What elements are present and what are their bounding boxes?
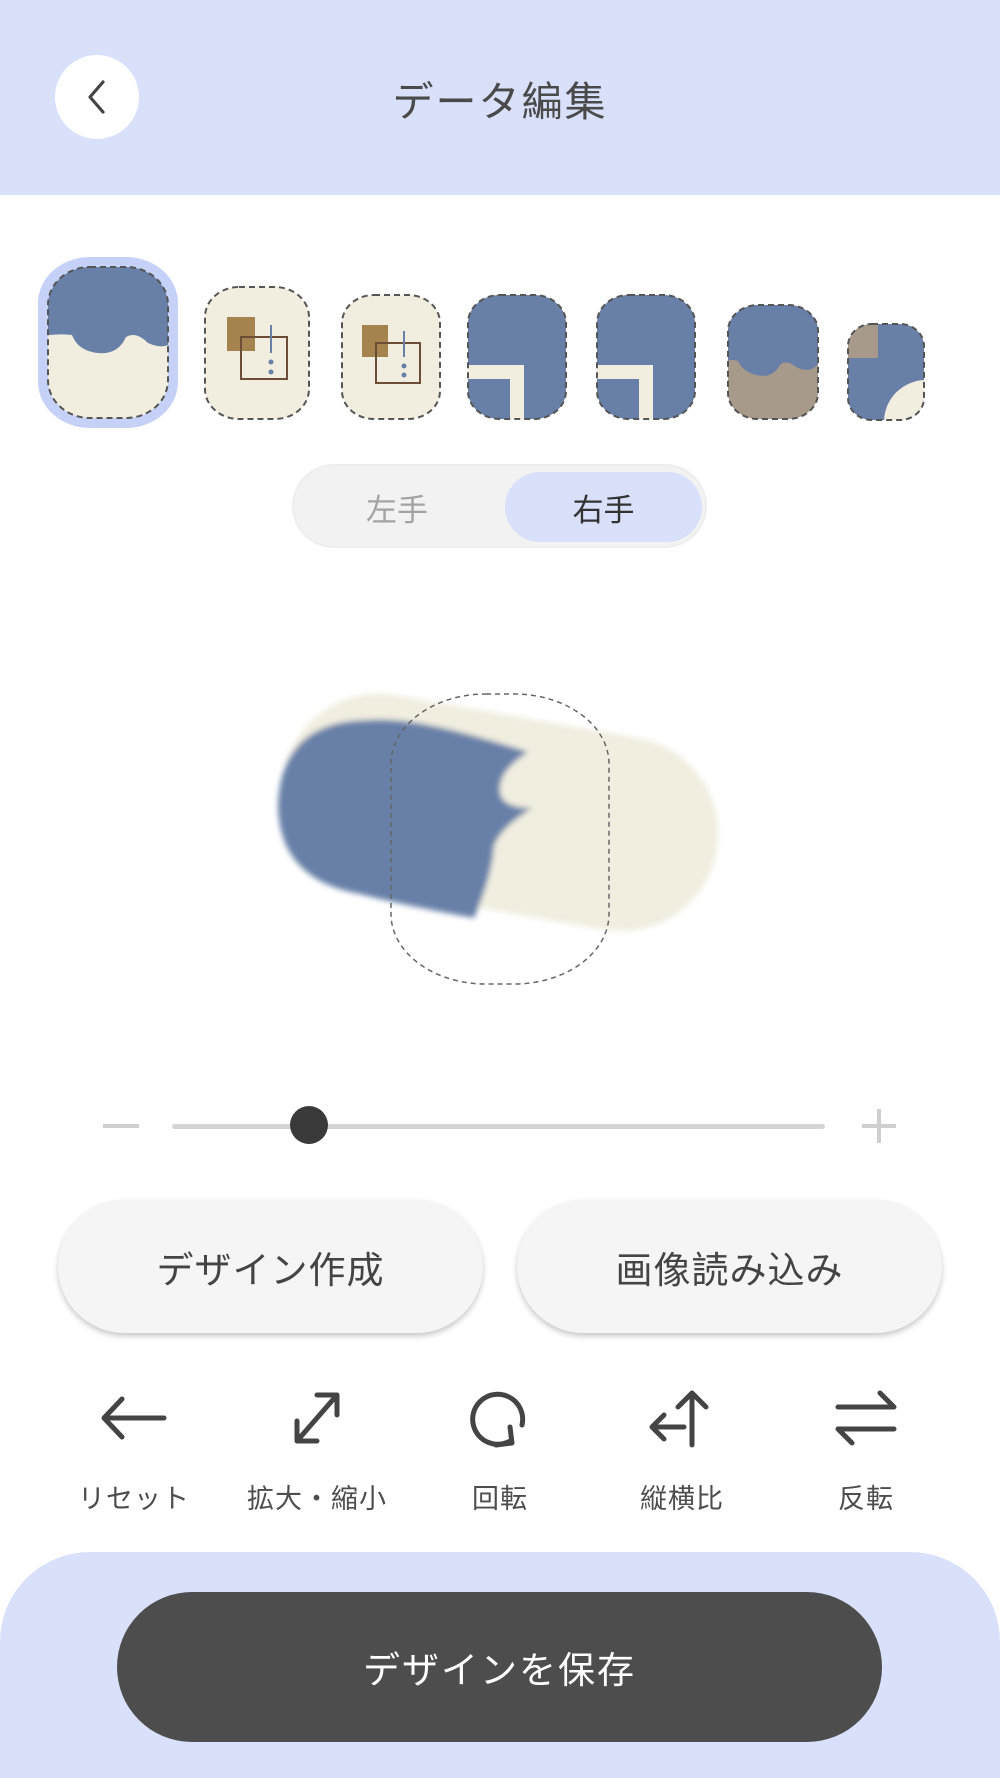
tool-label: リセット: [78, 1484, 190, 1515]
header: データ編集: [0, 0, 1000, 195]
right-hand-option[interactable]: 右手: [505, 472, 702, 542]
design-create-button[interactable]: デザイン作成: [58, 1200, 483, 1333]
tool-rotate[interactable]: 回転: [410, 1385, 590, 1515]
tool-scale[interactable]: 拡大・縮小: [227, 1385, 407, 1515]
tool-label: 拡大・縮小: [247, 1484, 387, 1515]
nail-thumbnail-3[interactable]: [340, 293, 442, 421]
aspect-ratio-icon: [649, 1390, 709, 1448]
tool-label: 縦横比: [640, 1484, 724, 1515]
zoom-slider-thumb[interactable]: [290, 1106, 329, 1144]
nail-thumbnail-2[interactable]: [203, 285, 311, 421]
tool-reset[interactable]: リセット: [44, 1385, 224, 1515]
hand-toggle: 左手 右手: [292, 464, 707, 548]
page-title: データ編集: [392, 78, 608, 126]
nail-thumbnail-5[interactable]: [595, 293, 697, 421]
left-hand-option[interactable]: 左手: [302, 472, 492, 542]
tool-label: 反転: [838, 1484, 894, 1515]
nail-thumbnail-4[interactable]: [466, 293, 568, 421]
expand-arrows-icon: [294, 1392, 340, 1444]
minus-icon[interactable]: [103, 1124, 139, 1128]
save-design-button[interactable]: デザインを保存: [117, 1592, 882, 1742]
tool-label: 回転: [472, 1484, 528, 1515]
tool-aspect-ratio[interactable]: 縦横比: [592, 1385, 772, 1515]
image-load-button[interactable]: 画像読み込み: [517, 1200, 942, 1333]
zoom-slider-track[interactable]: [172, 1124, 825, 1129]
flip-arrows-icon: [835, 1390, 897, 1446]
tool-flip[interactable]: 反転: [776, 1385, 956, 1515]
plus-icon-stroke[interactable]: [877, 1109, 881, 1143]
design-image[interactable]: [266, 680, 733, 947]
arrow-left-icon: [101, 1396, 167, 1440]
nail-thumbnail-1[interactable]: [36, 255, 180, 430]
rotate-icon: [470, 1391, 526, 1448]
nail-thumbnail-6[interactable]: [726, 303, 820, 421]
nail-thumbnail-7[interactable]: [846, 322, 926, 422]
nail-preview-canvas[interactable]: [260, 680, 740, 1000]
